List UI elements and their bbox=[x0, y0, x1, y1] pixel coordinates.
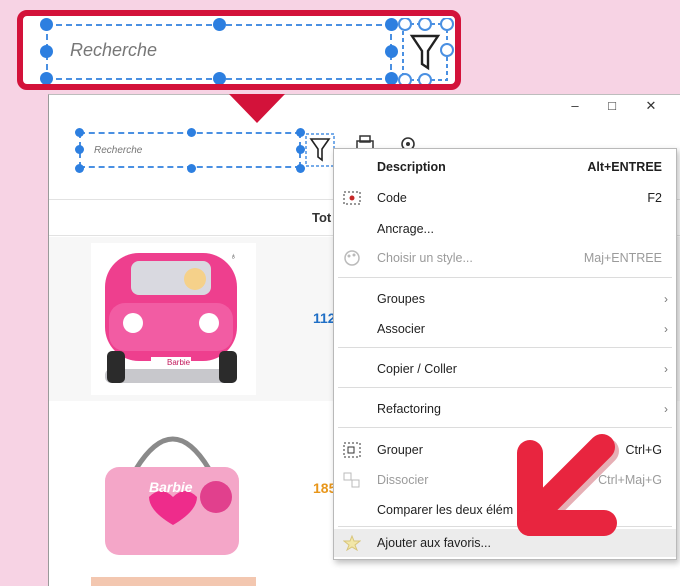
menu-item-code[interactable]: Code F2 bbox=[334, 184, 676, 212]
search-placeholder-zoomed: Recherche bbox=[70, 40, 158, 60]
zoom-callout: Recherche bbox=[17, 10, 461, 90]
chevron-right-icon: › bbox=[664, 402, 668, 416]
close-button[interactable]: ✕ bbox=[636, 95, 666, 117]
filter-icon[interactable] bbox=[305, 133, 335, 167]
menu-item-ancrage[interactable]: Ancrage... bbox=[334, 215, 676, 243]
code-icon bbox=[343, 191, 361, 205]
resize-handle[interactable] bbox=[187, 164, 196, 173]
product-image-car: Barbie ♁ bbox=[91, 243, 256, 395]
menu-item-refactoring[interactable]: Refactoring › bbox=[334, 395, 676, 423]
column-header-total: Tot bbox=[312, 210, 332, 225]
resize-handle[interactable] bbox=[296, 128, 305, 137]
resize-handle[interactable] bbox=[40, 18, 53, 31]
product-brand-label: Barbie bbox=[149, 479, 193, 495]
resize-handle[interactable] bbox=[296, 164, 305, 173]
ungroup-icon bbox=[343, 472, 360, 488]
resize-handle[interactable] bbox=[213, 72, 226, 84]
lock-badge-icon: ♁ bbox=[230, 251, 237, 261]
resize-handle[interactable] bbox=[75, 145, 84, 154]
menu-item-description[interactable]: Description Alt+ENTREE bbox=[334, 153, 676, 181]
annotation-arrow-icon bbox=[517, 434, 619, 536]
menu-separator bbox=[338, 347, 672, 348]
menu-item-associer[interactable]: Associer › bbox=[334, 315, 676, 343]
product-image-handbag: Barbie bbox=[91, 409, 256, 569]
resize-handle[interactable] bbox=[75, 164, 84, 173]
star-icon bbox=[343, 535, 361, 551]
resize-handle[interactable] bbox=[296, 145, 305, 154]
resize-handle[interactable] bbox=[40, 72, 53, 84]
callout-pointer bbox=[229, 94, 285, 123]
menu-separator bbox=[338, 277, 672, 278]
resize-handle[interactable] bbox=[213, 18, 226, 31]
resize-handle[interactable] bbox=[40, 45, 53, 58]
resize-handle[interactable] bbox=[187, 128, 196, 137]
maximize-button[interactable]: □ bbox=[597, 95, 627, 117]
palette-icon bbox=[344, 250, 360, 266]
menu-separator bbox=[338, 387, 672, 388]
filter-icon-zoomed[interactable] bbox=[395, 18, 455, 86]
group-icon bbox=[343, 442, 361, 458]
menu-item-copier-coller[interactable]: Copier / Coller › bbox=[334, 355, 676, 383]
chevron-right-icon: › bbox=[664, 362, 668, 376]
minimize-button[interactable]: – bbox=[560, 95, 590, 117]
search-field-selected[interactable]: Recherche bbox=[79, 132, 301, 168]
search-placeholder: Recherche bbox=[94, 145, 143, 156]
menu-item-choisir-style: Choisir un style... Maj+ENTREE bbox=[334, 244, 676, 272]
product-brand-label: Barbie bbox=[167, 358, 191, 367]
resize-handle[interactable] bbox=[75, 128, 84, 137]
chevron-right-icon: › bbox=[664, 322, 668, 336]
menu-item-groupes[interactable]: Groupes › bbox=[334, 285, 676, 313]
chevron-right-icon: › bbox=[664, 292, 668, 306]
